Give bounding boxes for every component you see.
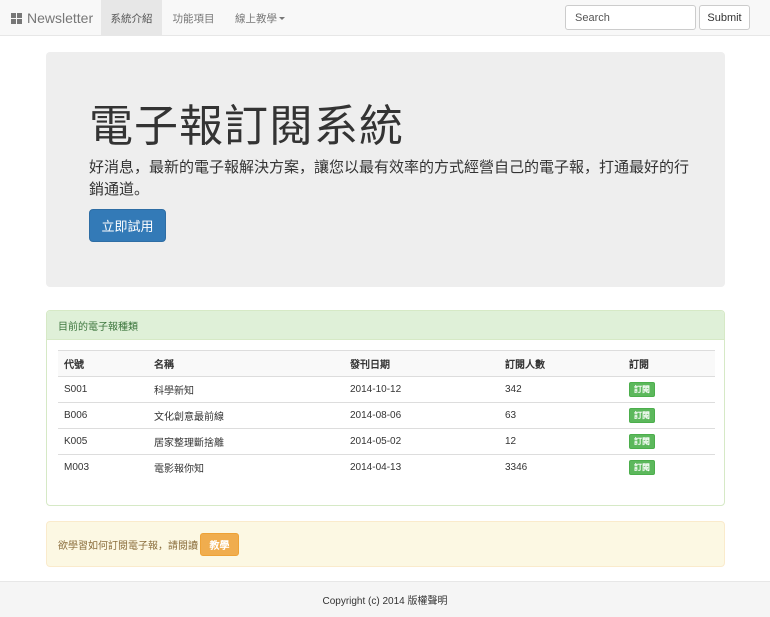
cell-subscribers: 63 [499, 402, 623, 429]
subscribe-button[interactable]: 訂閱 [629, 460, 655, 476]
cell-name: 居家整理斷捨離 [148, 428, 344, 455]
jumbotron: 電子報訂閱系統 好消息，最新的電子報解決方案，讓您以最有效率的方式經營自己的電子… [46, 52, 725, 287]
column-header-subscribers: 訂閱人數 [499, 350, 623, 377]
nav-item-features[interactable]: 功能項目 [162, 0, 225, 36]
cell-subscribers: 12 [499, 428, 623, 455]
cell-subscribers: 342 [499, 376, 623, 403]
alert-text: 欲學習如何訂閱電子報，請閱讀 [58, 540, 198, 552]
table-row: M003 電影報你知 2014-04-13 3346 訂閱 [58, 455, 715, 481]
grid-icon [11, 12, 22, 24]
nav-item-tutorial-label: 線上教學 [235, 12, 277, 25]
column-header-code: 代號 [58, 350, 148, 377]
cell-code: K005 [58, 428, 148, 455]
nav-item-features-label: 功能項目 [172, 12, 215, 25]
tutorial-button[interactable]: 教學 [200, 532, 239, 556]
table-row: S001 科學新知 2014-10-12 342 訂閱 [58, 376, 715, 403]
table-header-row: 代號 名稱 發刊日期 訂閱人數 訂閱 [58, 350, 715, 377]
subscribe-button[interactable]: 訂閱 [629, 434, 655, 449]
tutorial-alert: 欲學習如何訂閱電子報，請閱讀 教學 [46, 521, 725, 567]
cell-name: 電影報你知 [154, 464, 204, 476]
cell-subscribers: 3346 [505, 462, 528, 474]
cell-code: B006 [58, 402, 148, 429]
submit-button[interactable]: Submit [699, 5, 750, 30]
cell-code: S001 [58, 376, 148, 403]
cell-name: 科學新知 [148, 376, 344, 403]
cell-date: 2014-08-06 [344, 402, 499, 429]
try-now-button[interactable]: 立即試用 [89, 209, 166, 242]
subscribe-button[interactable]: 訂閱 [629, 408, 655, 423]
cell-action: 訂閱 [623, 402, 715, 429]
column-header-subscribe: 訂閱 [623, 350, 715, 377]
cell-date: 2014-05-02 [344, 428, 499, 455]
brand-name: Newsletter [27, 10, 94, 26]
caret-down-icon [279, 16, 285, 20]
column-header-date: 發刊日期 [344, 350, 499, 377]
subscribe-button[interactable]: 訂閱 [629, 382, 655, 397]
jumbotron-text: 好消息，最新的電子報解決方案，讓您以最有效率的方式經營自己的電子報，打通最好的行… [89, 158, 690, 198]
cell-date: 2014-10-12 [344, 376, 499, 403]
nav-item-intro-label: 系統介紹 [110, 12, 153, 25]
cell-code: M003 [64, 462, 90, 474]
newsletter-table: 代號 名稱 發刊日期 訂閱人數 訂閱 S001 科學新知 2014-10-12 … [58, 350, 715, 481]
copyright-text: Copyright (c) 2014 版權聲明 [322, 596, 448, 607]
nav-item-tutorial-dropdown[interactable]: 線上教學 [225, 0, 295, 36]
table-row: K005 居家整理斷捨離 2014-05-02 12 訂閱 [58, 428, 715, 455]
newsletter-panel: 目前的電子報種類 代號 名稱 發刊日期 訂閱人數 訂閱 S001 科學新知 20… [46, 310, 725, 506]
cell-action: 訂閱 [623, 428, 715, 455]
cell-action: 訂閱 [623, 376, 715, 403]
page-title: 電子報訂閱系統 [89, 101, 404, 152]
column-header-name: 名稱 [148, 350, 344, 377]
cell-action: 訂閱 [623, 455, 715, 481]
cell-date: 2014-04-13 [350, 462, 402, 474]
brand-link[interactable]: Newsletter [11, 0, 93, 36]
navbar: Newsletter 系統介紹 功能項目 線上教學 Submit [0, 0, 770, 36]
nav-item-intro[interactable]: 系統介紹 [101, 0, 162, 36]
search-input[interactable] [565, 5, 696, 30]
table-row: B006 文化創意最前線 2014-08-06 63 訂閱 [58, 402, 715, 429]
panel-heading: 目前的電子報種類 [47, 311, 724, 340]
cell-name: 文化創意最前線 [148, 402, 344, 429]
footer: Copyright (c) 2014 版權聲明 [0, 581, 770, 617]
